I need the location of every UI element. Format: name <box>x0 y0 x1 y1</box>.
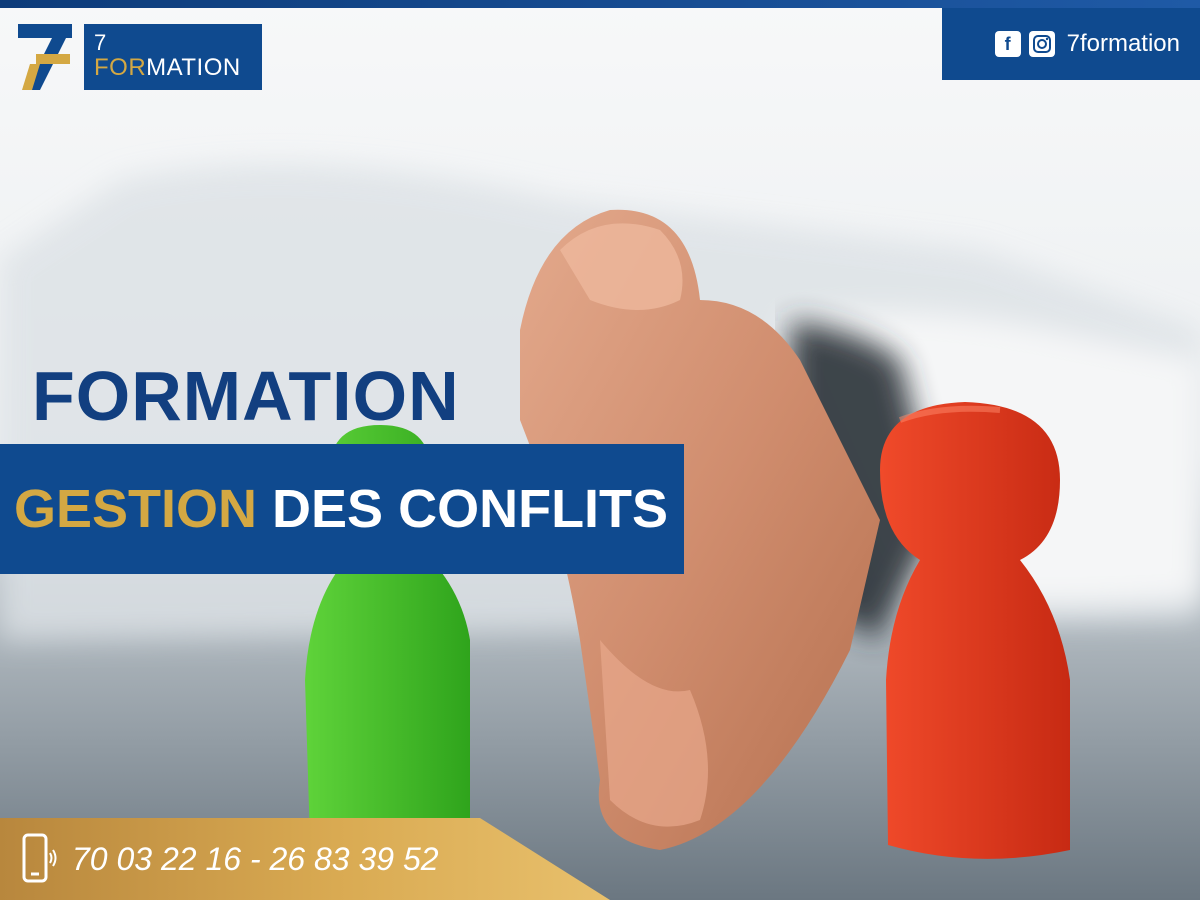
subtitle-white: DES CONFLITS <box>272 479 669 539</box>
brand-logo-icon <box>18 24 72 90</box>
instagram-icon[interactable] <box>1028 31 1055 57</box>
social-bar: f 7formation <box>942 8 1200 80</box>
phone-icon <box>22 833 57 883</box>
subtitle-gold: GESTION <box>14 479 258 539</box>
logo-text-white: MATION <box>146 54 241 81</box>
logo-text-gold: FOR <box>94 54 147 81</box>
page-title: FORMATION <box>32 357 460 435</box>
brand-logo-box: 7 FORMATION <box>84 24 262 90</box>
logo-wordmark: FORMATION <box>94 54 262 82</box>
phone-numbers[interactable]: 70 03 22 16 - 26 83 39 52 <box>72 841 439 878</box>
subtitle-band: GESTION DES CONFLITS <box>0 444 684 574</box>
social-handle[interactable]: 7formation <box>1067 30 1180 58</box>
top-border <box>0 0 1200 8</box>
subtitle: GESTION DES CONFLITS <box>14 478 668 540</box>
logo-number: 7 <box>94 30 107 55</box>
facebook-icon[interactable]: f <box>994 31 1021 57</box>
